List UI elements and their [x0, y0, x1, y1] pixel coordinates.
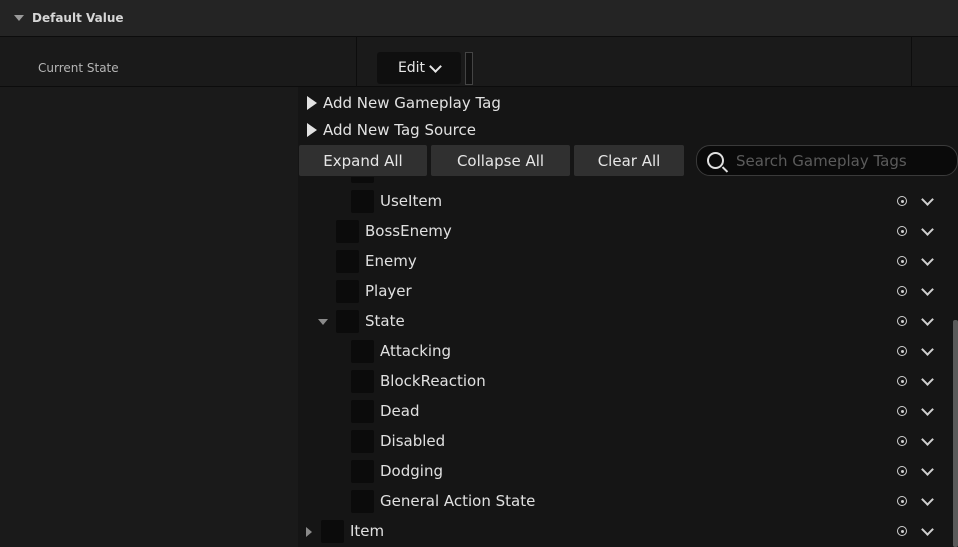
- target-icon[interactable]: [897, 496, 907, 506]
- triangle-right-icon: [307, 96, 317, 110]
- chevron-down-icon[interactable]: [921, 343, 934, 356]
- tag-row[interactable]: Dodging: [299, 457, 939, 487]
- target-icon[interactable]: [897, 526, 907, 536]
- tag-checkbox[interactable]: [351, 340, 374, 363]
- property-row: Current State: [0, 36, 958, 87]
- expand-all-button[interactable]: Expand All: [299, 145, 427, 176]
- search-field[interactable]: Search Gameplay Tags: [696, 145, 958, 176]
- tag-row[interactable]: BlockReaction: [299, 367, 939, 397]
- search-icon: [707, 152, 724, 169]
- tag-label: Dodging: [380, 462, 443, 480]
- tag-label: Item: [350, 522, 385, 540]
- section-title: Default Value: [32, 11, 124, 25]
- caret-down-icon[interactable]: [14, 15, 24, 21]
- chevron-down-icon[interactable]: [921, 433, 934, 446]
- target-icon[interactable]: [897, 436, 907, 446]
- chevron-down-icon[interactable]: [921, 493, 934, 506]
- tag-row[interactable]: UseItem: [299, 187, 939, 217]
- tag-tree[interactable]: Intro UseItem BossEnemy Enemy Player State Att…: [299, 177, 958, 547]
- add-new-gameplay-tag-label: Add New Gameplay Tag: [323, 94, 501, 112]
- clear-all-button[interactable]: Clear All: [574, 145, 684, 176]
- target-icon[interactable]: [897, 376, 907, 386]
- chevron-down-icon[interactable]: [921, 523, 934, 536]
- tag-label: Player: [365, 282, 412, 300]
- tag-value-box[interactable]: [465, 52, 473, 85]
- tag-label: State: [365, 312, 405, 330]
- tag-label: Dead: [380, 402, 420, 420]
- tag-checkbox[interactable]: [336, 220, 359, 243]
- target-icon[interactable]: [897, 226, 907, 236]
- edit-dropdown-button[interactable]: Edit: [377, 52, 461, 84]
- tag-row[interactable]: General Action State: [299, 487, 939, 517]
- column-splitter-right[interactable]: [911, 36, 912, 87]
- property-label: Current State: [38, 61, 119, 75]
- target-icon[interactable]: [897, 466, 907, 476]
- tag-label: Attacking: [380, 342, 452, 360]
- chevron-down-icon[interactable]: [921, 193, 934, 206]
- tag-label: Disabled: [380, 432, 446, 450]
- tag-row[interactable]: Attacking: [299, 337, 939, 367]
- triangle-right-icon: [307, 123, 317, 137]
- left-panel: [0, 87, 298, 547]
- tag-checkbox[interactable]: [336, 280, 359, 303]
- chevron-down-icon[interactable]: [921, 403, 934, 416]
- edit-label: Edit: [397, 60, 426, 76]
- scrollbar[interactable]: [953, 320, 958, 547]
- tag-label: Intro: [380, 177, 415, 180]
- tag-row[interactable]: Dead: [299, 397, 939, 427]
- tag-checkbox[interactable]: [321, 520, 344, 543]
- tag-checkbox[interactable]: [351, 400, 374, 423]
- section-header-default-value[interactable]: Default Value: [0, 0, 958, 36]
- tag-row[interactable]: Item: [299, 517, 939, 547]
- tag-row[interactable]: State: [299, 307, 939, 337]
- collapse-all-button[interactable]: Collapse All: [431, 145, 570, 176]
- target-icon[interactable]: [897, 406, 907, 416]
- tag-row[interactable]: Disabled: [299, 427, 939, 457]
- gameplay-tag-picker: Add New Gameplay Tag Add New Tag Source …: [299, 87, 958, 547]
- tag-checkbox[interactable]: [351, 430, 374, 453]
- chevron-down-icon[interactable]: [921, 253, 934, 266]
- target-icon[interactable]: [897, 346, 907, 356]
- target-icon[interactable]: [897, 256, 907, 266]
- add-new-tag-source-item[interactable]: Add New Tag Source: [307, 119, 476, 141]
- tag-checkbox[interactable]: [351, 177, 374, 183]
- chevron-down-icon[interactable]: [921, 373, 934, 386]
- collapse-arrow-icon[interactable]: [306, 527, 312, 537]
- tag-row[interactable]: Player: [299, 277, 939, 307]
- tag-label: General Action State: [380, 492, 536, 510]
- chevron-down-icon[interactable]: [921, 463, 934, 476]
- tag-checkbox[interactable]: [336, 310, 359, 333]
- target-icon[interactable]: [897, 316, 907, 326]
- expand-arrow-icon[interactable]: [318, 319, 328, 325]
- add-new-tag-source-label: Add New Tag Source: [323, 121, 476, 139]
- tag-row[interactable]: Intro: [299, 177, 939, 187]
- tag-checkbox[interactable]: [351, 370, 374, 393]
- tag-checkbox[interactable]: [351, 490, 374, 513]
- tag-checkbox[interactable]: [336, 250, 359, 273]
- column-splitter[interactable]: [356, 36, 357, 87]
- tag-row[interactable]: BossEnemy: [299, 217, 939, 247]
- add-new-gameplay-tag-item[interactable]: Add New Gameplay Tag: [307, 92, 501, 114]
- tag-checkbox[interactable]: [351, 460, 374, 483]
- tag-checkbox[interactable]: [351, 190, 374, 213]
- search-placeholder: Search Gameplay Tags: [736, 151, 907, 170]
- target-icon[interactable]: [897, 196, 907, 206]
- tag-label: BlockReaction: [380, 372, 486, 390]
- tag-label: UseItem: [380, 192, 443, 210]
- tag-label: Enemy: [365, 252, 417, 270]
- target-icon[interactable]: [897, 286, 907, 296]
- chevron-down-icon: [429, 59, 442, 73]
- chevron-down-icon[interactable]: [921, 283, 934, 296]
- tag-label: BossEnemy: [365, 222, 452, 240]
- tag-row[interactable]: Enemy: [299, 247, 939, 277]
- chevron-down-icon[interactable]: [921, 223, 934, 236]
- chevron-down-icon[interactable]: [921, 313, 934, 326]
